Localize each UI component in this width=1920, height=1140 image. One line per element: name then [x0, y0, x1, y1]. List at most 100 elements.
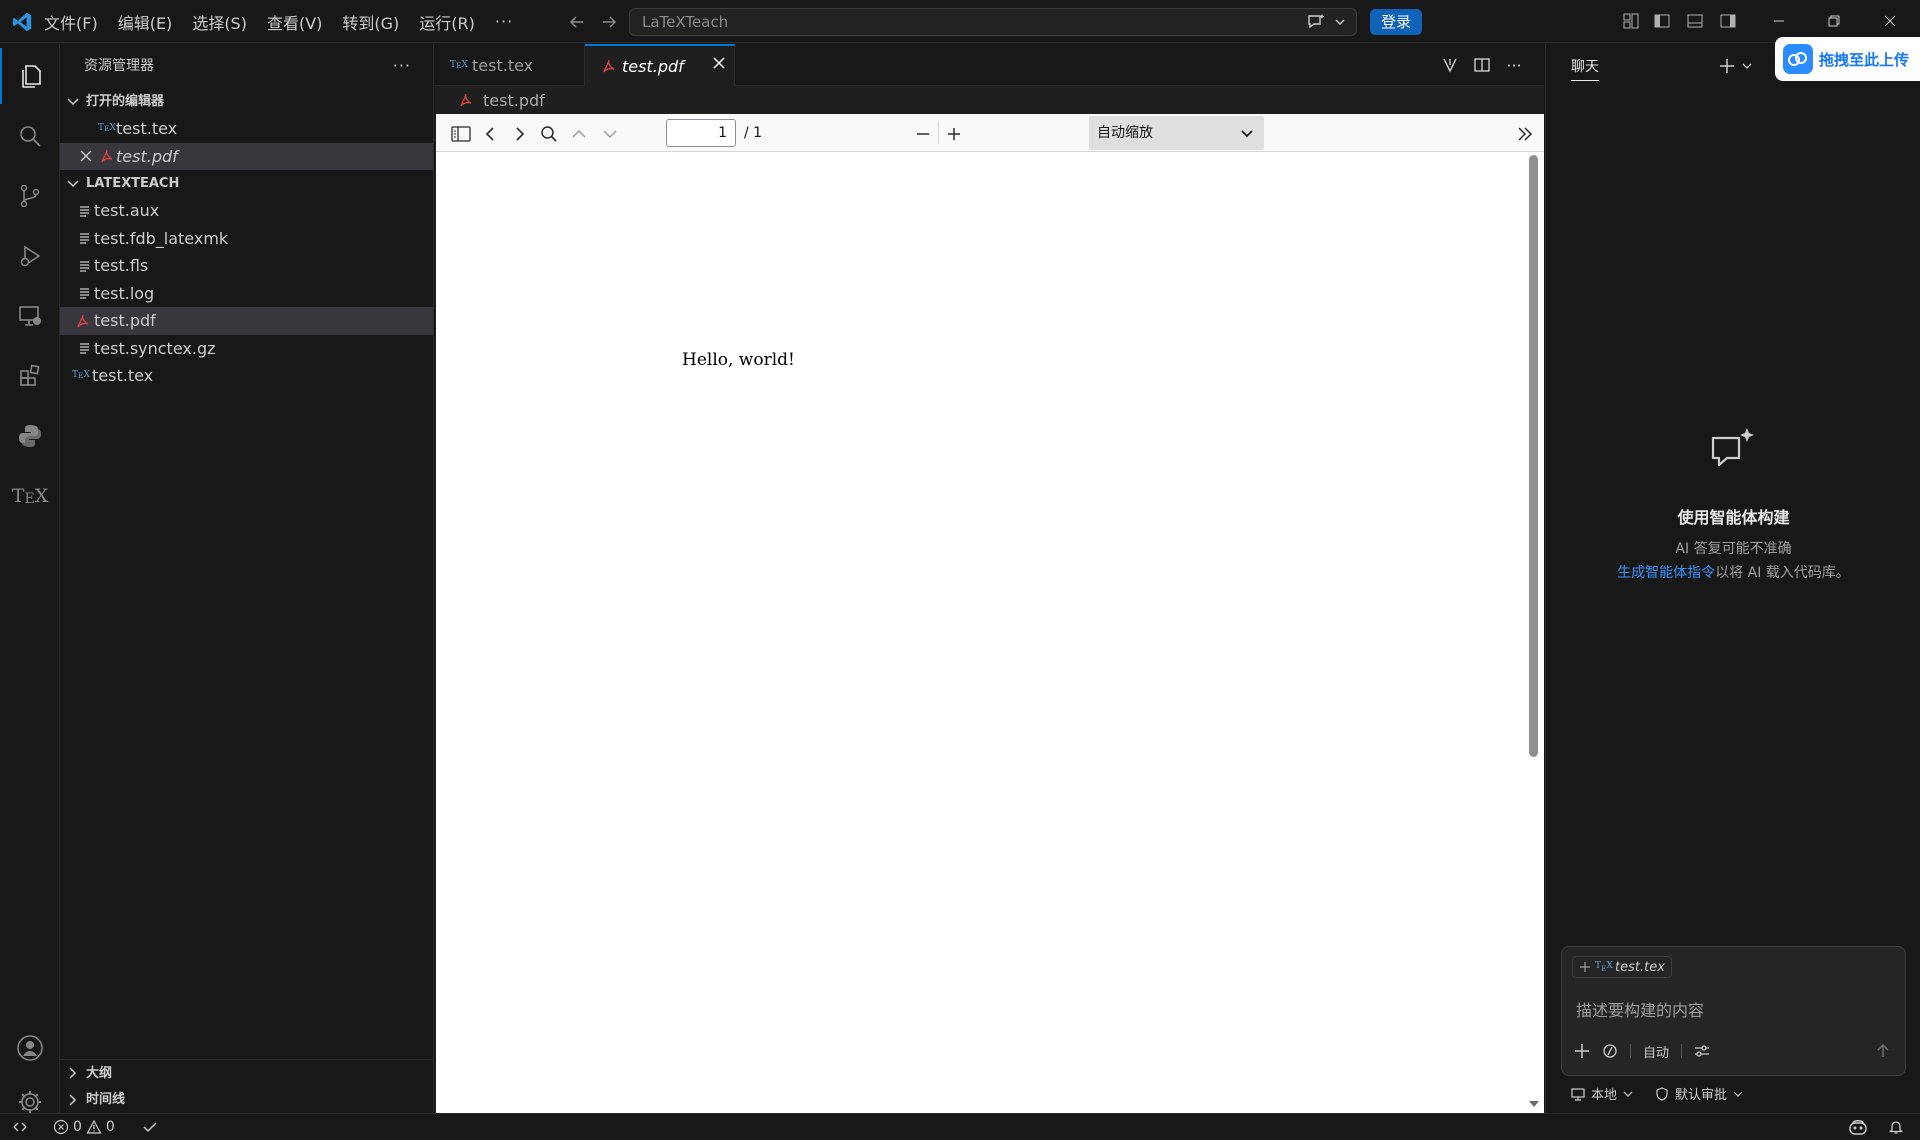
find-icon[interactable] — [538, 123, 560, 145]
close-window-icon[interactable] — [1880, 11, 1900, 31]
toggle-secondary-sidebar-icon[interactable] — [1718, 11, 1738, 31]
zoom-in-icon[interactable] — [943, 123, 965, 145]
error-count: 0 — [73, 1119, 82, 1135]
remote-explorer-icon[interactable] — [0, 288, 60, 344]
open-editors-label: 打开的编辑器 — [86, 94, 165, 109]
chat-empty-heading: 使用智能体构建 — [1677, 508, 1790, 527]
toolbar-separator — [938, 122, 939, 144]
outline-section[interactable]: 大纲 — [60, 1059, 433, 1086]
tools-icon[interactable] — [1602, 1043, 1618, 1059]
notifications-bell-icon[interactable] — [1888, 1117, 1904, 1137]
toggle-panel-icon[interactable] — [1685, 11, 1705, 31]
file-lines-icon — [76, 342, 94, 354]
file-label: test.fls — [94, 256, 149, 275]
remote-indicator-icon[interactable] — [12, 1117, 28, 1137]
menu-view[interactable]: 查看(V) — [267, 10, 322, 34]
menu-file[interactable]: 文件(F) — [44, 10, 98, 34]
chat-panel: 聊天 使用智能体构建 AI 答复可能不准确 生成智能体指令以将 AI 载入代码库… — [1545, 44, 1920, 1113]
explorer-title: 资源管理器 — [84, 58, 154, 74]
problems-indicator[interactable]: 0 0 — [53, 1117, 115, 1137]
drag-upload-widget[interactable]: 拖拽至此上传 — [1775, 37, 1920, 81]
new-chat-button[interactable] — [1718, 55, 1758, 77]
toggle-sidebar-icon[interactable] — [450, 123, 472, 145]
breadcrumb-file[interactable]: test.pdf — [483, 91, 545, 110]
chat-input[interactable]: 描述要构建的内容 — [1576, 997, 1704, 1021]
open-editors-section[interactable]: 打开的编辑器 — [60, 88, 433, 115]
chat-footer: 本地 默认审批 — [1571, 1084, 1743, 1103]
run-and-debug-icon[interactable] — [0, 228, 60, 284]
customize-layout-icon[interactable] — [1621, 11, 1641, 31]
file-label: test.fdb_latexmk — [94, 228, 229, 248]
search-icon[interactable] — [0, 108, 60, 164]
open-editor-item[interactable]: test.pdf — [60, 142, 433, 170]
zoom-out-icon[interactable] — [912, 123, 934, 145]
page-number-input[interactable]: 1 — [666, 119, 736, 147]
python-icon[interactable] — [0, 408, 60, 464]
file-item[interactable]: test.log — [60, 280, 433, 308]
open-editor-item[interactable]: TEX test.tex — [60, 115, 433, 143]
toggle-primary-sidebar-icon[interactable] — [1652, 11, 1672, 31]
tab-test-pdf[interactable]: test.pdf — [585, 44, 735, 86]
mode-picker[interactable]: 自动 — [1643, 1042, 1669, 1061]
source-control-icon[interactable] — [0, 168, 60, 224]
menu-more-button[interactable]: ··· — [495, 12, 513, 31]
settings-sliders-icon[interactable] — [1694, 1043, 1710, 1059]
zoom-select[interactable]: 自动缩放 — [1089, 116, 1264, 150]
file-item[interactable]: TEX test.tex — [60, 362, 433, 390]
explorer-more-button[interactable]: ··· — [393, 44, 411, 88]
find-previous-icon[interactable] — [568, 123, 590, 145]
next-page-icon[interactable] — [508, 123, 530, 145]
timeline-section[interactable]: 时间线 — [60, 1086, 433, 1113]
restore-icon[interactable] — [1824, 11, 1844, 31]
explorer-icon[interactable] — [0, 48, 60, 104]
approval-picker[interactable]: 默认审批 — [1655, 1084, 1743, 1103]
find-next-icon[interactable] — [599, 123, 621, 145]
pdf-page: Hello, world! — [436, 152, 1528, 1113]
tex-file-icon: TEX — [1595, 961, 1613, 973]
minimize-icon[interactable] — [1769, 11, 1789, 31]
send-arrow-icon[interactable] — [1873, 1041, 1893, 1061]
workspace-section[interactable]: LATEXTEACH — [60, 170, 433, 197]
vertical-scrollbar[interactable] — [1529, 155, 1538, 757]
file-item[interactable]: test.fdb_latexmk — [60, 225, 433, 253]
login-button[interactable]: 登录 — [1370, 9, 1422, 35]
file-item[interactable]: test.aux — [60, 197, 433, 225]
context-chip[interactable]: TEX test.tex — [1572, 956, 1672, 978]
pdf-file-icon — [74, 314, 92, 328]
back-arrow-icon[interactable] — [566, 11, 588, 33]
editor-more-actions-icon[interactable]: ··· — [1503, 55, 1525, 75]
copilot-status-icon[interactable] — [1848, 1117, 1868, 1137]
generate-instructions-link[interactable]: 生成智能体指令 — [1617, 565, 1715, 581]
close-icon[interactable] — [712, 56, 726, 70]
add-icon[interactable] — [1574, 1043, 1590, 1059]
split-editor-icon[interactable] — [1471, 55, 1493, 75]
file-item[interactable]: test.fls — [60, 252, 433, 280]
upload-label: 拖拽至此上传 — [1819, 50, 1910, 69]
menu-selection[interactable]: 选择(S) — [192, 10, 247, 34]
pdf-toolbar: 1 / 1 自动缩放 — [436, 114, 1544, 152]
title-bar: 文件(F) 编辑(E) 选择(S) 查看(V) 转到(G) 运行(R) ··· … — [0, 0, 1920, 43]
open-changes-icon[interactable] — [1439, 55, 1461, 75]
file-lines-icon — [76, 232, 94, 244]
menu-go[interactable]: 转到(G) — [342, 10, 399, 34]
tex-icon[interactable]: TEX — [0, 468, 60, 524]
account-icon[interactable] — [0, 1020, 60, 1076]
forward-arrow-icon[interactable] — [598, 11, 620, 33]
tab-test-tex[interactable]: TEX test.tex — [435, 44, 585, 86]
file-item[interactable]: test.synctex.gz — [60, 335, 433, 363]
extensions-icon[interactable] — [0, 348, 60, 404]
command-center-search[interactable]: LaTeXTeach — [629, 8, 1357, 36]
copilot-menu-button[interactable] — [1300, 9, 1352, 35]
close-icon[interactable] — [74, 150, 98, 162]
toolbar-separator — [1630, 1044, 1631, 1058]
chat-title[interactable]: 聊天 — [1571, 56, 1599, 81]
checkmark-icon[interactable] — [142, 1117, 158, 1137]
chevron-right-icon — [66, 1066, 80, 1080]
previous-page-icon[interactable] — [480, 123, 502, 145]
file-item[interactable]: test.pdf — [60, 307, 433, 335]
session-location-picker[interactable]: 本地 — [1571, 1084, 1633, 1103]
menu-run[interactable]: 运行(R) — [419, 10, 475, 34]
scroll-down-arrow-icon[interactable] — [1528, 1099, 1540, 1109]
tools-menu-icon[interactable] — [1514, 123, 1536, 145]
menu-edit[interactable]: 编辑(E) — [118, 10, 173, 34]
